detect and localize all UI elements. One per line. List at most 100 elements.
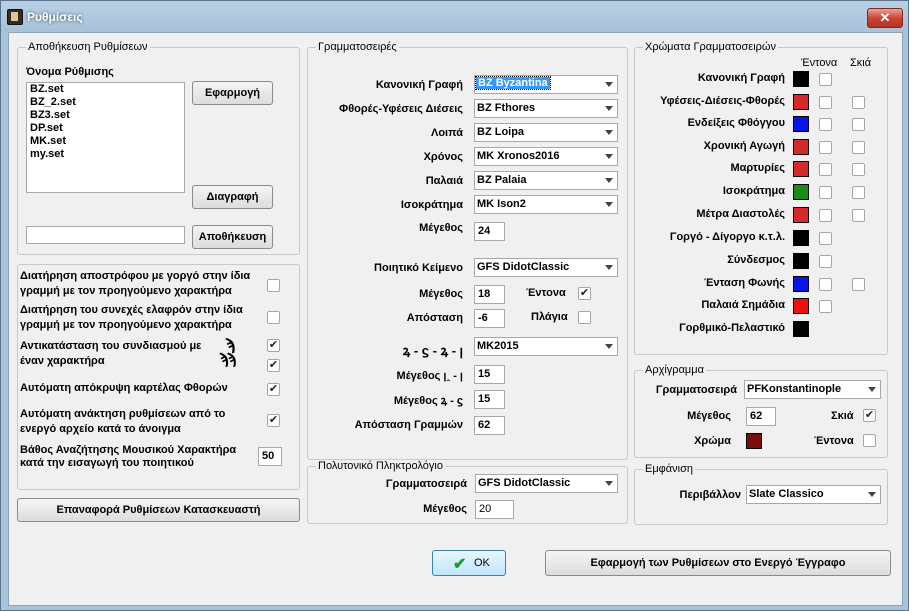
list-item[interactable]: BZ_2.set [27, 96, 184, 109]
shadow-checkbox[interactable] [852, 186, 865, 199]
color-row-label: Γορθμικό-Πελαστικό [679, 322, 785, 334]
color-swatch[interactable] [793, 207, 809, 223]
color-swatch[interactable] [793, 184, 809, 200]
shadow-checkbox[interactable] [852, 163, 865, 176]
font-select-loipa[interactable]: BZ Loipa [474, 123, 618, 142]
save-setting-button[interactable]: Αποθήκευση [192, 225, 273, 249]
bold-checkbox[interactable] [819, 278, 832, 291]
bold-checkbox[interactable] [819, 209, 832, 222]
initial-group-label: Αρχίγραμμα [643, 364, 706, 376]
shadow-checkbox[interactable] [852, 96, 865, 109]
initial-shadow-checkbox[interactable]: ✔ [863, 409, 876, 422]
polytonic-font-select[interactable]: GFS DidotClassic [475, 474, 618, 493]
initial-size-input[interactable]: 62 [746, 407, 776, 426]
environment-label: Περιβάλλον [679, 489, 741, 501]
color-row-label: Ένταση Φωνής [703, 277, 785, 289]
color-swatch[interactable] [793, 139, 809, 155]
title-bar[interactable]: Ρυθμίσεις ✕ [1, 1, 908, 33]
font-select-normal[interactable]: BZ Byzantina [474, 75, 618, 94]
apply-to-document-button[interactable]: Εφαρμογή των Ρυθμίσεων στο Ενεργό Έγγραφ… [545, 550, 891, 576]
bold-checkbox[interactable] [819, 73, 832, 86]
shadow-checkbox[interactable] [852, 118, 865, 131]
color-swatch[interactable] [793, 298, 809, 314]
list-item[interactable]: MK.set [27, 135, 184, 148]
color-swatch[interactable] [793, 230, 809, 246]
initial-font-select[interactable]: PFKonstantinople [744, 380, 881, 399]
settings-list[interactable]: BZ.set BZ_2.set BZ3.set DP.set MK.set my… [26, 82, 185, 193]
list-item[interactable]: my.set [27, 148, 184, 161]
color-swatch[interactable] [793, 161, 809, 177]
auto-load-settings-checkbox[interactable]: ✔ [267, 414, 280, 427]
bold-checkbox[interactable] [819, 141, 832, 154]
polytonic-size-input[interactable]: 20 [475, 500, 514, 519]
close-button[interactable]: ✕ [867, 8, 903, 28]
size-b-input[interactable]: 15 [474, 390, 505, 409]
bold-checkbox[interactable] [819, 163, 832, 176]
shadow-checkbox[interactable] [852, 141, 865, 154]
environment-value: Slate Classico [749, 488, 824, 500]
color-swatch[interactable] [793, 71, 809, 87]
keep-continuous-checkbox[interactable] [267, 311, 280, 324]
bold-checkbox[interactable] [819, 300, 832, 313]
search-depth-label: Βάθος Αναζήτησης Μουσικού Χαρακτήρα κατά… [20, 444, 237, 469]
initial-bold-checkbox[interactable] [863, 434, 876, 447]
list-item[interactable]: BZ3.set [27, 109, 184, 122]
color-row-label: Ισοκράτημα [722, 185, 785, 197]
color-swatch[interactable] [793, 94, 809, 110]
font-select-palaia[interactable]: BZ Palaia [474, 171, 618, 190]
poetic-font-value: GFS DidotClassic [477, 261, 570, 273]
delete-setting-button[interactable]: Διαγραφή [192, 185, 273, 209]
bold-checkbox[interactable] [819, 186, 832, 199]
poetic-size-input[interactable]: 18 [474, 285, 505, 304]
font-row-label: Ισοκράτημα [400, 199, 463, 211]
replace-combo-label: Αντικατάσταση του συνδιασμού με έναν χαρ… [20, 340, 202, 367]
font-select-ison[interactable]: MK Ison2 [474, 195, 618, 214]
color-swatch[interactable] [793, 276, 809, 292]
color-swatch[interactable] [793, 253, 809, 269]
auto-hide-phthora-checkbox[interactable]: ✔ [267, 383, 280, 396]
list-item[interactable]: DP.set [27, 122, 184, 135]
poetic-italic-checkbox[interactable] [578, 311, 591, 324]
martyria-font-select[interactable]: MK2015 [474, 337, 618, 356]
bold-checkbox[interactable] [819, 232, 832, 245]
font-select-phthores[interactable]: BZ Fthores [474, 99, 618, 118]
restore-defaults-button[interactable]: Επαναφορά Ρυθμίσεων Κατασκευαστή [17, 498, 300, 522]
replace-combo-checkbox-1[interactable]: ✔ [267, 339, 280, 352]
initial-color-swatch[interactable] [746, 433, 762, 449]
chevron-down-icon [605, 82, 613, 87]
font-size-input[interactable]: 24 [474, 222, 505, 241]
bold-checkbox[interactable] [819, 255, 832, 268]
ok-button[interactable]: ✔ OK [432, 550, 506, 576]
bold-checkbox[interactable] [819, 118, 832, 131]
shadow-checkbox[interactable] [852, 209, 865, 222]
poetic-font-select[interactable]: GFS DidotClassic [474, 258, 618, 277]
poetic-bold-checkbox[interactable]: ✔ [578, 287, 591, 300]
font-row-label: Λοιπά [431, 127, 463, 139]
color-swatch[interactable] [793, 321, 809, 337]
poetic-bold-label: Έντονα [526, 287, 566, 299]
save-settings-group-label: Αποθήκευση Ρυθμίσεων [26, 41, 150, 53]
environment-select[interactable]: Slate Classico [746, 485, 881, 504]
setting-name-input[interactable] [26, 226, 185, 244]
martyria-font-value: MK2015 [477, 340, 519, 352]
line-distance-input[interactable]: 62 [474, 416, 505, 435]
replace-combo-checkbox-2[interactable]: ✔ [267, 359, 280, 372]
shadow-checkbox[interactable] [852, 278, 865, 291]
size-a-input[interactable]: 15 [474, 365, 505, 384]
apply-setting-button[interactable]: Εφαρμογή [192, 81, 273, 105]
initial-font-label: Γραμματοσειρά [655, 384, 737, 396]
chevron-down-icon [868, 387, 876, 392]
chevron-down-icon [605, 106, 613, 111]
font-select-xronos[interactable]: MK Xronos2016 [474, 147, 618, 166]
list-item[interactable]: BZ.set [27, 83, 184, 96]
color-swatch[interactable] [793, 116, 809, 132]
keep-apostrophe-checkbox[interactable] [267, 279, 280, 292]
color-row-label: Σύνδεσμος [727, 254, 785, 266]
search-depth-input[interactable]: 50 [258, 447, 282, 466]
bold-checkbox[interactable] [819, 96, 832, 109]
poetic-distance-input[interactable]: -6 [474, 309, 505, 328]
martyria-font-label: ꝝ - ϛ - ꝝ - ꞁ [402, 343, 463, 358]
line-distance-label: Απόσταση Γραμμών [354, 419, 463, 431]
font-select-value: BZ Fthores [477, 102, 536, 114]
font-row-label: Χρόνος [423, 151, 463, 163]
